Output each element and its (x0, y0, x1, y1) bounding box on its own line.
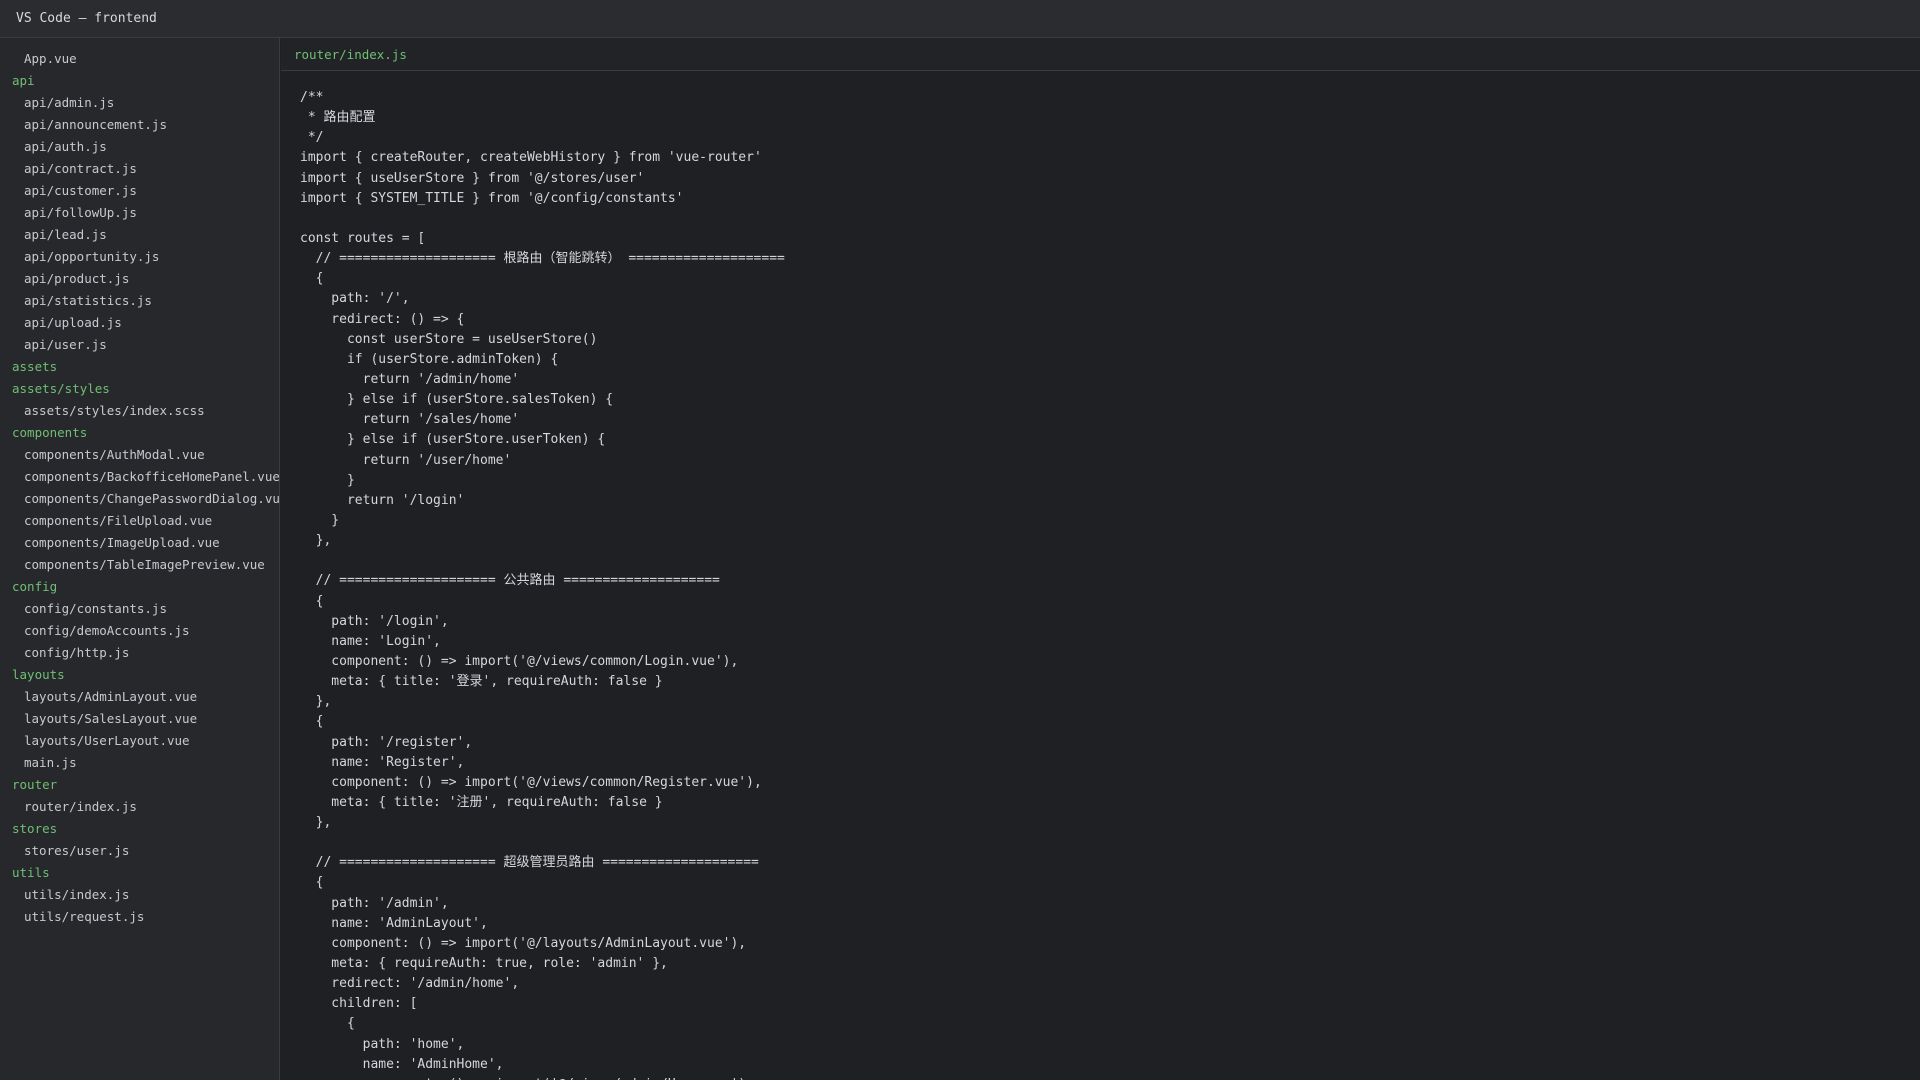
window-titlebar: VS Code — frontend (0, 0, 1920, 38)
explorer-file[interactable]: stores/user.js (0, 840, 279, 862)
explorer-file[interactable]: api/product.js (0, 268, 279, 290)
code-line: path: 'home', (300, 1036, 465, 1052)
explorer-file[interactable]: assets/styles/index.scss (0, 400, 279, 422)
explorer-folder[interactable]: assets (0, 356, 279, 378)
explorer-folder[interactable]: components (0, 422, 279, 444)
code-line: redirect: () => { (300, 311, 465, 327)
explorer-file[interactable]: api/admin.js (0, 92, 279, 114)
editor-tab-bar: router/index.js (281, 38, 1920, 71)
code-line: { (300, 593, 324, 609)
explorer-file[interactable]: api/contract.js (0, 158, 279, 180)
code-line: } else if (userStore.userToken) { (300, 432, 606, 448)
explorer-folder[interactable]: stores (0, 818, 279, 840)
code-line: return '/sales/home' (300, 412, 520, 428)
code-line: meta: { requireAuth: true, role: 'admin'… (300, 956, 668, 972)
code-line: /** (300, 90, 324, 105)
code-line: name: 'AdminHome', (300, 1056, 504, 1072)
code-line: * 路由配置 (300, 110, 376, 126)
code-line: meta: { title: '登录', requireAuth: false … (300, 674, 663, 690)
file-explorer: App.vue api api/admin.js api/announcement.j… (0, 38, 280, 1080)
code-line: name: 'AdminLayout', (300, 915, 488, 931)
explorer-file[interactable]: components/AuthModal.vue (0, 444, 279, 466)
code-line: if (userStore.adminToken) { (300, 351, 559, 367)
code-line: path: '/admin', (300, 895, 449, 911)
explorer-file[interactable]: components/ImageUpload.vue (0, 532, 279, 554)
explorer-file[interactable]: App.vue (0, 48, 279, 70)
code-line: component: () => import('@/views/admin/H… (300, 1075, 1920, 1080)
explorer-file[interactable]: layouts/SalesLayout.vue (0, 708, 279, 730)
explorer-file[interactable]: api/customer.js (0, 180, 279, 202)
explorer-file[interactable]: utils/request.js (0, 906, 279, 928)
code-line: path: '/', (300, 291, 410, 307)
code-line: { (300, 714, 324, 730)
code-line: const userStore = useUserStore() (300, 331, 598, 347)
explorer-file[interactable]: config/demoAccounts.js (0, 620, 279, 642)
code-line: redirect: '/admin/home', (300, 976, 520, 992)
explorer-file[interactable]: api/announcement.js (0, 114, 279, 136)
code-line: children: [ (300, 996, 418, 1012)
code-line: component: () => import('@/layouts/Admin… (300, 935, 747, 951)
code-line: // ==================== 根路由（智能跳转） ======… (300, 251, 785, 267)
explorer-folder[interactable]: utils (0, 862, 279, 884)
code-line: return '/admin/home' (300, 371, 520, 387)
code-line: path: '/login', (300, 613, 449, 629)
code-line: const routes = [ (300, 230, 426, 246)
code-line: { (300, 271, 324, 287)
explorer-file[interactable]: components/TableImagePreview.vue (0, 554, 279, 576)
explorer-file[interactable]: layouts/UserLayout.vue (0, 730, 279, 752)
explorer-file[interactable]: utils/index.js (0, 884, 279, 906)
explorer-file[interactable]: api/upload.js (0, 312, 279, 334)
window-title: VS Code — frontend (16, 11, 157, 26)
code-line: }, (300, 533, 332, 549)
code-line: import { useUserStore } from '@/stores/u… (300, 170, 645, 186)
code-line: }, (300, 815, 332, 831)
explorer-file[interactable]: api/opportunity.js (0, 246, 279, 268)
code-line: }, (300, 694, 332, 710)
explorer-folder[interactable]: api (0, 70, 279, 92)
code-line: name: 'Register', (300, 754, 465, 770)
code-line: meta: { title: '注册', requireAuth: false … (300, 794, 663, 810)
code-line: return '/user/home' (300, 452, 512, 468)
explorer-file[interactable]: main.js (0, 752, 279, 774)
explorer-folder[interactable]: assets/styles (0, 378, 279, 400)
explorer-folder[interactable]: router (0, 774, 279, 796)
code-line: return '/login' (300, 492, 465, 508)
explorer-file[interactable]: router/index.js (0, 796, 279, 818)
code-line: // ==================== 超级管理员路由 ========… (300, 855, 759, 871)
explorer-file[interactable]: components/ChangePasswordDialog.vue (0, 488, 279, 510)
code-line: component: () => import('@/views/common/… (300, 774, 762, 790)
code-line: } (300, 472, 355, 488)
code-line: component: () => import('@/views/common/… (300, 653, 739, 669)
explorer-file[interactable]: layouts/AdminLayout.vue (0, 686, 279, 708)
code-area[interactable]: /** * 路由配置 */ import { createRouter, crea… (281, 71, 1920, 1080)
explorer-folder[interactable]: config (0, 576, 279, 598)
code-line: // ==================== 公共路由 ===========… (300, 573, 720, 589)
explorer-file[interactable]: api/followUp.js (0, 202, 279, 224)
code-line: path: '/register', (300, 734, 473, 750)
explorer-folder[interactable]: layouts (0, 664, 279, 686)
code-line: import { createRouter, createWebHistory … (300, 150, 762, 166)
tab-router-index-js[interactable]: router/index.js (294, 47, 407, 62)
explorer-file[interactable]: components/BackofficeHomePanel.vue (0, 466, 279, 488)
explorer-file[interactable]: config/http.js (0, 642, 279, 664)
explorer-file[interactable]: components/FileUpload.vue (0, 510, 279, 532)
code-editor: router/index.js /** * 路由配置 */ import { cr… (281, 38, 1920, 1080)
code-line: { (300, 1016, 355, 1032)
code-line: */ (300, 130, 324, 146)
explorer-file[interactable]: api/auth.js (0, 136, 279, 158)
code-line: } else if (userStore.salesToken) { (300, 392, 614, 408)
code-line: import { SYSTEM_TITLE } from '@/config/c… (300, 190, 684, 206)
explorer-file[interactable]: api/lead.js (0, 224, 279, 246)
explorer-file[interactable]: config/constants.js (0, 598, 279, 620)
code-line: { (300, 875, 324, 891)
explorer-file[interactable]: api/user.js (0, 334, 279, 356)
explorer-file[interactable]: api/statistics.js (0, 290, 279, 312)
code-line: } (300, 512, 340, 528)
code-line: name: 'Login', (300, 633, 441, 649)
